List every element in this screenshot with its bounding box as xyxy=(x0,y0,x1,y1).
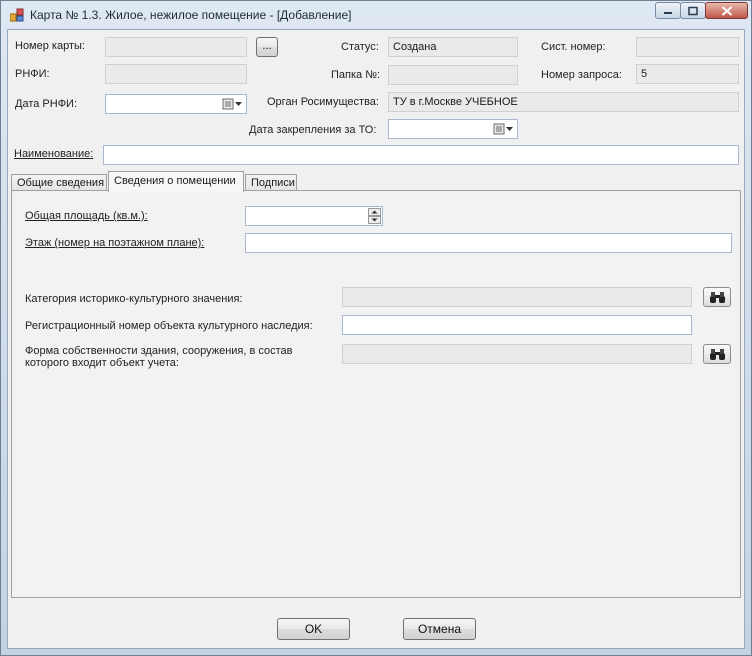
minimize-button[interactable] xyxy=(655,2,681,19)
close-icon xyxy=(721,5,732,16)
spinner-icon[interactable] xyxy=(368,208,381,224)
cancel-button[interactable]: Отмена xyxy=(403,618,476,640)
tab-general[interactable]: Общие сведения xyxy=(11,174,107,191)
ownership-label-line1: Форма собственности здания, сооружения, … xyxy=(25,345,293,357)
sys-number-field xyxy=(636,37,739,57)
close-button[interactable] xyxy=(705,2,748,19)
folder-field xyxy=(388,65,518,85)
area-spinner[interactable] xyxy=(245,206,383,226)
rnfi-date-label: Дата РНФИ: xyxy=(15,98,78,110)
floor-field[interactable] xyxy=(245,233,732,253)
title-bar[interactable]: Карта № 1.3. Жилое, нежилое помещение - … xyxy=(1,1,751,29)
minimize-icon xyxy=(664,11,672,14)
rnfi-label: РНФИ: xyxy=(15,68,50,80)
tab-premises-info[interactable]: Сведения о помещении xyxy=(108,171,244,192)
binoculars-icon xyxy=(710,292,725,303)
calendar-icon[interactable] xyxy=(222,98,244,110)
card-number-browse-button[interactable]: ... xyxy=(256,37,278,57)
maximize-button[interactable] xyxy=(680,2,706,19)
premises-info-panel: Общая площадь (кв.м.): Этаж (номер на по… xyxy=(11,190,741,598)
area-label: Общая площадь (кв.м.): xyxy=(25,210,148,222)
rnfi-date-picker[interactable] xyxy=(105,94,247,114)
request-number-field: 5 xyxy=(636,64,739,84)
calendar-icon[interactable] xyxy=(493,123,515,135)
category-lookup-button[interactable] xyxy=(703,287,731,307)
category-field xyxy=(342,287,692,307)
maximize-icon xyxy=(688,6,698,15)
dialog-client-area: Номер карты: ... Статус: Создана Сист. н… xyxy=(7,29,745,649)
ownership-label-line2: которого входит объект учета: xyxy=(25,357,179,369)
card-number-label: Номер карты: xyxy=(15,40,85,52)
reg-number-label: Регистрационный номер объекта культурног… xyxy=(25,320,313,332)
folder-label: Папка №: xyxy=(331,69,381,81)
to-date-label: Дата закрепления за ТО: xyxy=(249,124,377,136)
name-field[interactable] xyxy=(103,145,739,165)
tab-strip: Общие сведения Сведения о помещении Подп… xyxy=(11,171,741,192)
floor-label: Этаж (номер на поэтажном плане): xyxy=(25,237,205,249)
category-label: Категория историко-культурного значения: xyxy=(25,293,243,305)
authority-field: ТУ в г.Москве УЧЕБНОЕ xyxy=(388,92,739,112)
ok-button[interactable]: OK xyxy=(277,618,350,640)
ownership-field xyxy=(342,344,692,364)
status-label: Статус: xyxy=(341,41,379,53)
sys-number-label: Сист. номер: xyxy=(541,41,606,53)
ownership-lookup-button[interactable] xyxy=(703,344,731,364)
card-number-field[interactable] xyxy=(105,37,247,57)
reg-number-field[interactable] xyxy=(342,315,692,335)
window-title: Карта № 1.3. Жилое, нежилое помещение - … xyxy=(30,8,352,22)
tab-signatures[interactable]: Подписи xyxy=(245,174,297,191)
name-label: Наименование: xyxy=(14,148,94,160)
authority-label: Орган Росимущества: xyxy=(267,96,379,108)
binoculars-icon xyxy=(710,349,725,360)
rnfi-field xyxy=(105,64,247,84)
app-icon xyxy=(9,8,24,22)
dialog-window: Карта № 1.3. Жилое, нежилое помещение - … xyxy=(0,0,752,656)
status-field: Создана xyxy=(388,37,518,57)
to-date-picker[interactable] xyxy=(388,119,518,139)
request-number-label: Номер запроса: xyxy=(541,69,622,81)
